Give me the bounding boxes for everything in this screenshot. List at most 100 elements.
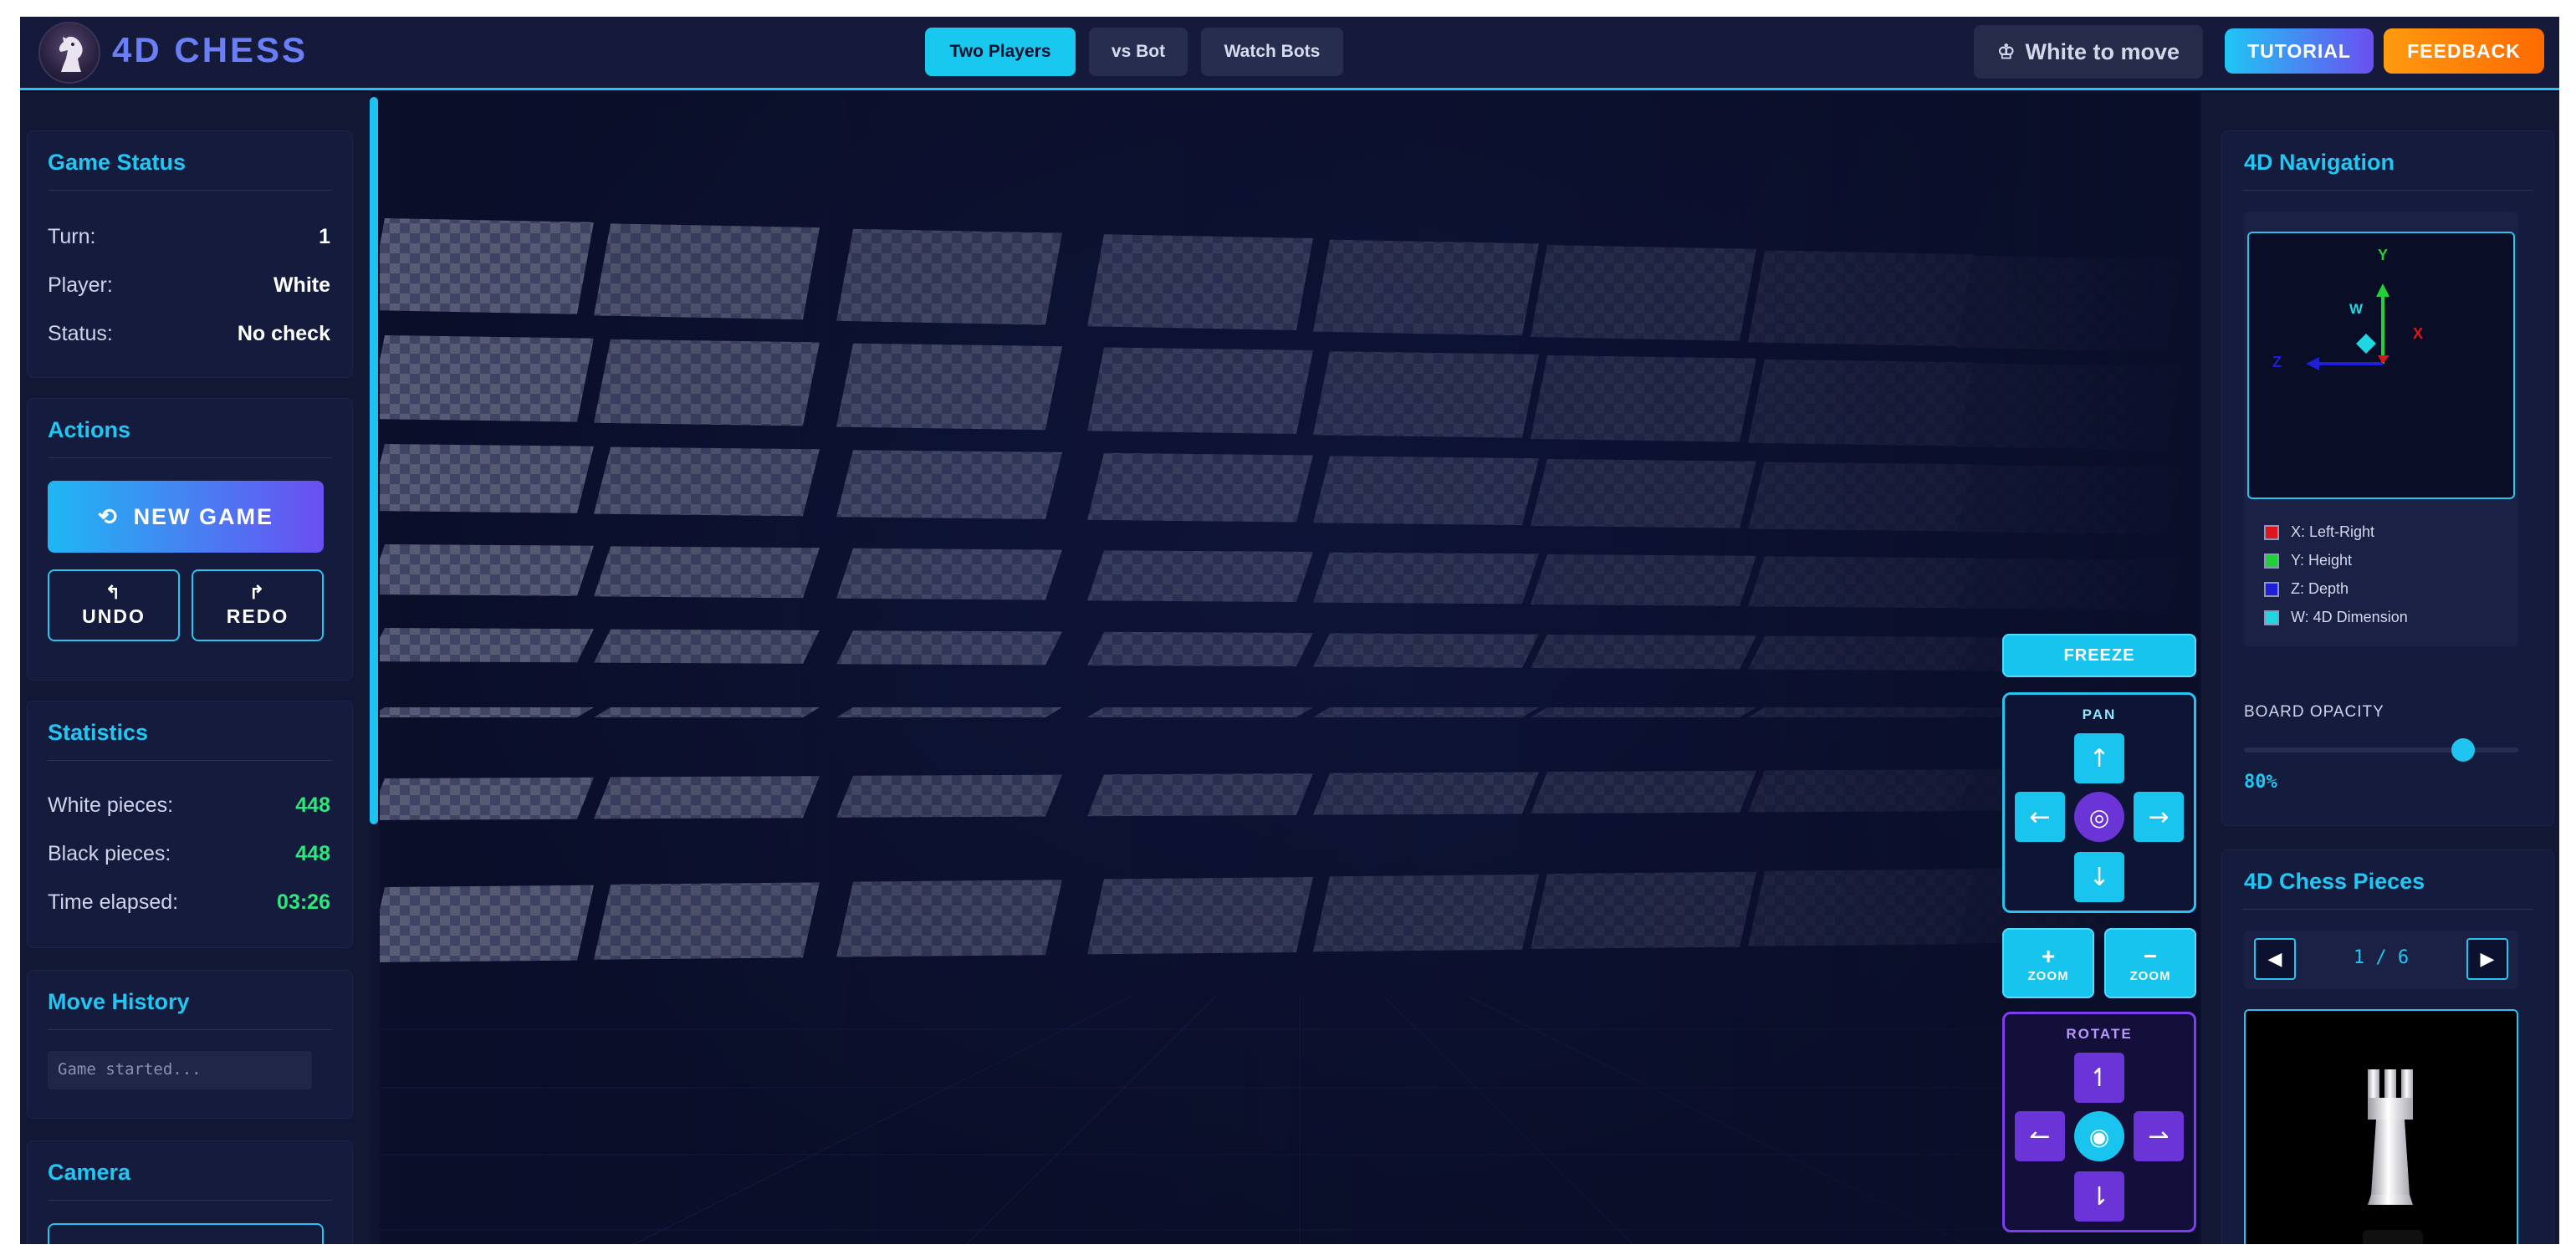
stat-label: Status: <box>48 322 113 345</box>
axis-x-letter: X <box>2413 325 2423 342</box>
zoom-in-label: ZOOM <box>2027 968 2069 983</box>
legend-label: X: Left-Right <box>2291 523 2375 540</box>
zoom-out-button[interactable]: − ZOOM <box>2104 928 2196 998</box>
redo-button[interactable]: ↱ REDO <box>192 569 324 641</box>
turn-indicator: ♔ White to move <box>1974 25 2203 79</box>
board-viewport[interactable] <box>380 93 2200 1244</box>
stat-value: 448 <box>295 793 330 817</box>
logo-knight-icon <box>38 22 100 84</box>
navigation-title: 4D Navigation <box>2244 150 2395 175</box>
new-game-label: NEW GAME <box>133 503 274 529</box>
stat-player: Player: White <box>48 273 330 302</box>
minus-icon: − <box>2143 942 2158 969</box>
pieces-panel: 4D Chess Pieces ◀ 1 / 6 ▶ <box>2221 849 2554 1244</box>
redo-icon: ↱ <box>248 581 267 603</box>
legend-swatch-x <box>2264 525 2279 540</box>
move-history-list[interactable]: Game started... <box>48 1051 312 1089</box>
undo-label: UNDO <box>82 604 146 627</box>
rotate-left-button[interactable]: ↼ <box>2015 1111 2065 1161</box>
stat-label: Turn: <box>48 225 96 248</box>
board-opacity-value: 80% <box>2244 772 2277 793</box>
axis-w-letter: W <box>2349 301 2364 317</box>
app-frame: 4D CHESS Two Players vs Bot Watch Bots ♔… <box>20 17 2559 1244</box>
stat-label: Time elapsed: <box>48 890 179 914</box>
reset-view-button[interactable]: ◎ RESET VIEW <box>48 1223 324 1244</box>
king-icon: ♔ <box>1996 40 2016 64</box>
game-status-title: Game Status <box>48 150 187 175</box>
camera-title: Camera <box>48 1160 131 1185</box>
rotate-up-button[interactable]: ↿ <box>2074 1053 2124 1103</box>
rotate-label: ROTATE <box>2066 1026 2133 1042</box>
zoom-in-button[interactable]: + ZOOM <box>2002 928 2094 998</box>
floor-grid <box>380 93 2200 1244</box>
stat-label: Player: <box>48 273 113 297</box>
legend-label: W: 4D Dimension <box>2291 609 2408 625</box>
legend-swatch-w <box>2264 610 2279 625</box>
rotate-down-button[interactable]: ⇂ <box>2074 1171 2124 1222</box>
legend-label: Z: Depth <box>2291 580 2349 597</box>
turn-status-text: White to move <box>2025 38 2180 64</box>
move-history-panel: Move History Game started... <box>27 970 353 1119</box>
move-history-title: Move History <box>48 989 190 1014</box>
divider <box>2242 190 2533 191</box>
stat-label: Black pieces: <box>48 842 171 865</box>
navigation-frame: Y W X Z X: Left-Right Y: Height Z: Depth… <box>2244 212 2518 646</box>
slider-handle[interactable] <box>2451 738 2476 762</box>
stat-time-elapsed: Time elapsed: 03:26 <box>48 890 330 919</box>
stat-value: No check <box>237 322 330 345</box>
rook-piece-icon <box>2363 1069 2423 1244</box>
rotate-controls: ROTATE ↿ ↼ ◉ ⇀ ⇂ <box>2002 1012 2196 1232</box>
stat-value: White <box>273 273 330 297</box>
divider <box>2242 909 2533 910</box>
left-sidebar: Game Status Turn: 1 Player: White Status… <box>20 92 371 1244</box>
tab-watch-bots[interactable]: Watch Bots <box>1201 28 1343 76</box>
next-piece-button[interactable]: ▶ <box>2466 938 2508 980</box>
top-bar: 4D CHESS Two Players vs Bot Watch Bots ♔… <box>20 17 2559 90</box>
stat-label: White pieces: <box>48 793 174 817</box>
axis-gizmo[interactable]: Y W X Z <box>2247 232 2515 499</box>
camera-panel: Camera ◎ RESET VIEW <box>27 1140 353 1244</box>
statistics-title: Statistics <box>48 720 149 745</box>
stat-value: 03:26 <box>277 890 330 914</box>
sidebar-scrollbar-thumb[interactable] <box>370 97 378 824</box>
tab-vs-bot[interactable]: vs Bot <box>1089 28 1188 76</box>
stat-turn: Turn: 1 <box>48 225 330 253</box>
divider <box>48 1200 332 1201</box>
pan-label: PAN <box>2082 707 2117 722</box>
pan-right-button[interactable]: → <box>2134 792 2184 842</box>
actions-panel: Actions ⟲ NEW GAME ↰ UNDO ↱ REDO <box>27 398 353 681</box>
stat-white-pieces: White pieces: 448 <box>48 793 330 822</box>
rotate-center-button[interactable]: ◉ <box>2074 1111 2124 1161</box>
feedback-button[interactable]: FEEDBACK <box>2384 28 2544 74</box>
stat-black-pieces: Black pieces: 448 <box>48 842 330 870</box>
pieces-title: 4D Chess Pieces <box>2244 869 2425 894</box>
pan-up-button[interactable]: ↑ <box>2074 733 2124 783</box>
stat-status: Status: No check <box>48 322 330 350</box>
divider <box>48 1029 332 1030</box>
freeze-button[interactable]: FREEZE <box>2002 634 2196 677</box>
pan-controls: PAN ↑ ← ◎ → ↓ <box>2002 692 2196 913</box>
rotate-right-button[interactable]: ⇀ <box>2134 1111 2184 1161</box>
game-status-panel: Game Status Turn: 1 Player: White Status… <box>27 130 353 378</box>
stat-value: 448 <box>295 842 330 865</box>
new-game-button[interactable]: ⟲ NEW GAME <box>48 481 324 553</box>
pan-left-button[interactable]: ← <box>2015 792 2065 842</box>
pan-center-button[interactable]: ◎ <box>2074 792 2124 842</box>
plus-icon: + <box>2041 942 2056 969</box>
legend-swatch-y <box>2264 553 2279 569</box>
legend-swatch-z <box>2264 582 2279 597</box>
piece-preview[interactable] <box>2244 1009 2518 1244</box>
pan-down-button[interactable]: ↓ <box>2074 852 2124 902</box>
refresh-icon: ⟲ <box>97 503 119 529</box>
statistics-panel: Statistics White pieces: 448 Black piece… <box>27 701 353 948</box>
tutorial-button[interactable]: TUTORIAL <box>2225 28 2374 74</box>
axis-y-letter: Y <box>2378 247 2388 263</box>
undo-icon: ↰ <box>105 581 123 603</box>
undo-button[interactable]: ↰ UNDO <box>48 569 180 641</box>
tab-two-players[interactable]: Two Players <box>925 28 1076 76</box>
board-opacity-label: BOARD OPACITY <box>2244 703 2384 721</box>
board-opacity-slider[interactable] <box>2244 738 2518 762</box>
navigation-panel: 4D Navigation Y W X Z X: Left-Right Y: H… <box>2221 130 2554 826</box>
legend-label: Y: Height <box>2291 552 2353 569</box>
axis-z-letter: Z <box>2272 354 2282 370</box>
